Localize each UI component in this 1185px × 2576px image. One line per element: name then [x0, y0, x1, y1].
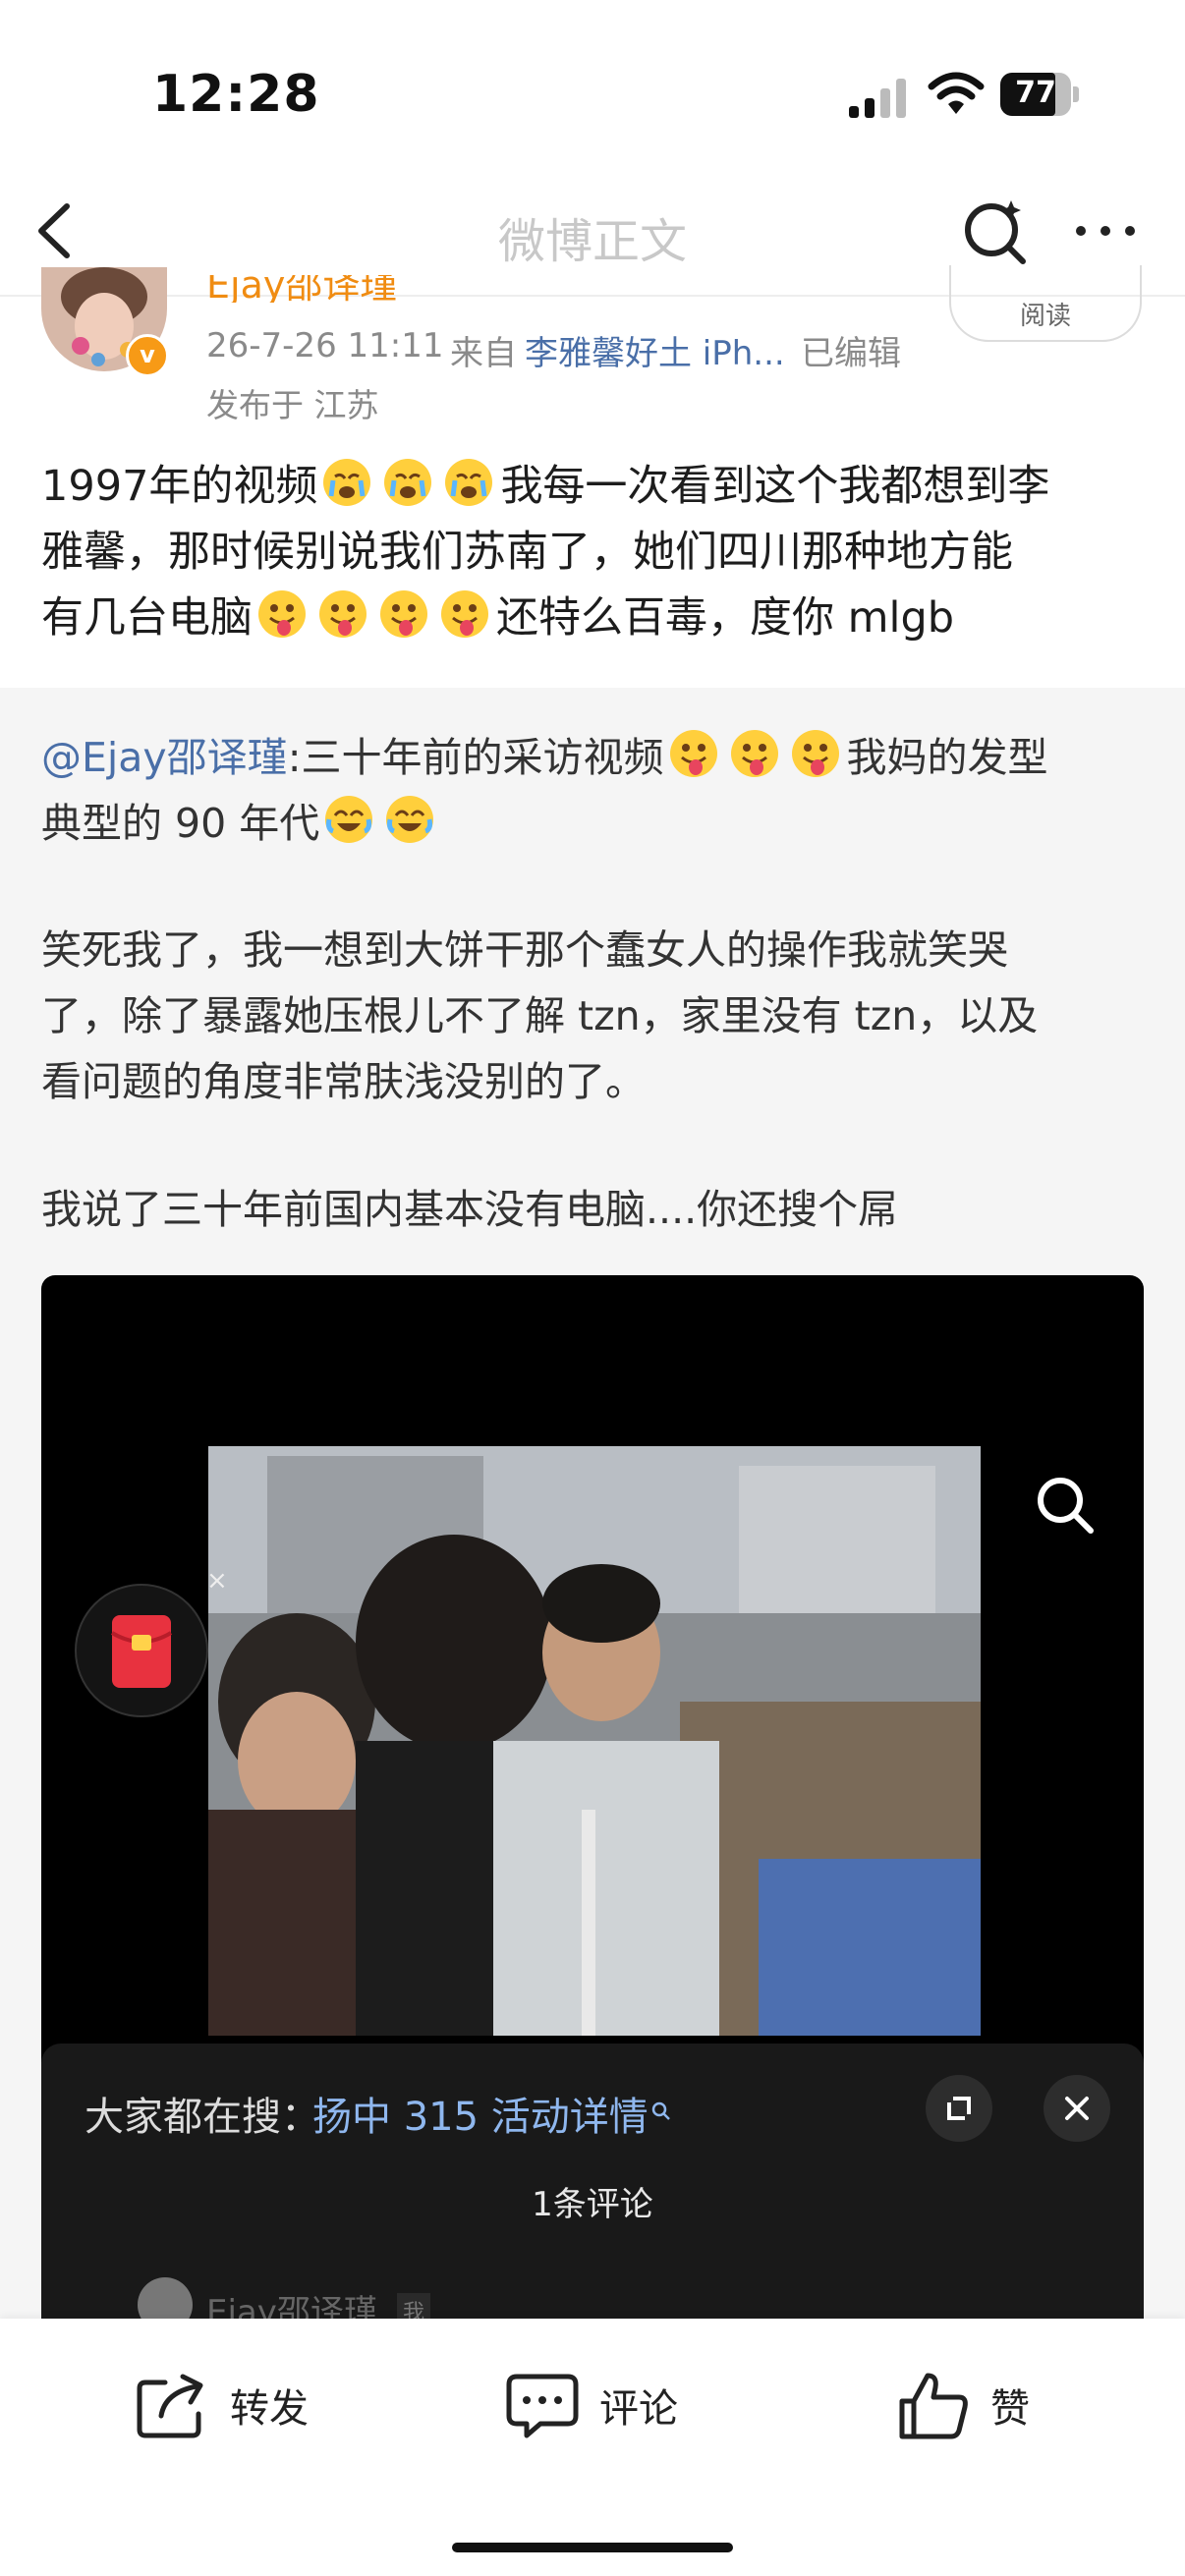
repost-text-line-2: 典型的 90 年代 [41, 791, 1152, 857]
repost-text-para2-line-2: 了，除了暴露她压根儿不了解 tzn，家里没有 tzn，以及 [41, 992, 1039, 1039]
tongue-out-emoji-icon [380, 590, 427, 638]
red-packet-button[interactable] [75, 1584, 208, 1717]
like-button[interactable]: 赞 [896, 2366, 1030, 2444]
crying-emoji-icon [323, 459, 371, 506]
video-search-icon[interactable] [1034, 1474, 1097, 1537]
repost-author-mention[interactable]: @Ejay邵译瑾 [41, 734, 288, 781]
edited-label[interactable]: 已编辑 [801, 326, 901, 374]
battery-icon: 77 [1000, 73, 1081, 116]
search-icon[interactable] [958, 195, 1031, 267]
video-comment-count[interactable]: 1条评论 [41, 2177, 1144, 2225]
post-source-label: 来自 [450, 334, 517, 373]
hot-search-topic-link[interactable]: 扬中 315 活动详情 [312, 2085, 672, 2142]
repost-button[interactable]: 转发 [136, 2366, 309, 2444]
close-icon[interactable] [1044, 2075, 1110, 2142]
post-text-line-1: 1997年的视频 我每一次看到这个我都想到李 [41, 454, 1152, 520]
repost-text-para2-line-3: 看问题的角度非常肤浅没别的了。 [41, 1058, 646, 1105]
home-indicator[interactable] [452, 2543, 733, 2552]
author-username-cropped[interactable]: Ejay邵译瑾 [206, 275, 397, 303]
laughing-tears-emoji-icon [325, 796, 373, 843]
post-text-segment: 1997年的视频 [41, 462, 318, 511]
post-text-line-3: 有几台电脑 还特么百毒，度你 mlgb [41, 586, 1152, 651]
post-text-segment: 有几台电脑 [41, 593, 253, 643]
comment-bubble-icon [506, 2374, 579, 2438]
post-source-device[interactable]: 李雅馨好土 iPh... [525, 326, 785, 374]
crying-emoji-icon [445, 459, 493, 506]
hot-search-prefix: 大家都在搜： [85, 2095, 320, 2140]
share-arrow-icon [137, 2374, 203, 2438]
expand-icon[interactable] [926, 2075, 992, 2142]
tongue-out-emoji-icon [791, 730, 839, 777]
read-count-button[interactable]: 阅读 [949, 265, 1142, 342]
tongue-out-emoji-icon [319, 590, 367, 638]
laughing-tears-emoji-icon [386, 796, 434, 843]
repost-label: 转发 [230, 2386, 309, 2432]
tongue-out-emoji-icon [669, 730, 717, 777]
repost-text-para3: 我说了三十年前国内基本没有电脑....你还搜个屌 [41, 1186, 899, 1233]
red-packet-close-icon[interactable]: × [206, 1566, 228, 1596]
post-time: 26-7-26 11:11 [206, 326, 444, 365]
post-text-line-2: 雅馨，那时候别说我们苏南了，她们四川那种地方能 [41, 528, 1013, 577]
repost-text-para2-line-1: 笑死我了，我一想到大饼干那个蠢女人的操作我就笑哭 [41, 926, 1008, 974]
more-options-icon[interactable] [1071, 216, 1140, 246]
like-label: 赞 [990, 2386, 1030, 2432]
comment-label: 评论 [599, 2386, 678, 2432]
crying-emoji-icon [384, 459, 432, 506]
red-packet-icon [110, 1615, 173, 1688]
repost-text-line-1: @Ejay邵译瑾:三十年前的采访视频 我妈的发型 [41, 725, 1152, 791]
repost-text-segment: 我妈的发型 [846, 734, 1048, 781]
post-location: 发布于 江苏 [206, 386, 379, 424]
verified-badge-icon: v [126, 334, 169, 377]
wifi-icon [928, 72, 985, 114]
comment-button[interactable]: 评论 [505, 2366, 678, 2444]
repost-text-segment: 典型的 90 年代 [41, 800, 320, 847]
post-text-segment: 我每一次看到这个我都想到李 [500, 462, 1050, 511]
tongue-out-emoji-icon [441, 590, 488, 638]
bottom-action-bar [0, 2319, 1185, 2576]
search-small-icon [651, 2101, 670, 2120]
video-frame-image[interactable] [208, 1446, 981, 2036]
tongue-out-emoji-icon [730, 730, 778, 777]
status-time: 12:28 [152, 65, 320, 124]
hot-search-topic-text: 扬中 315 活动详情 [312, 2095, 649, 2140]
read-count-label: 阅读 [1019, 302, 1071, 331]
post-text-segment: 还特么百毒，度你 mlgb [496, 593, 955, 643]
battery-level: 77 [1015, 76, 1056, 110]
thumbs-up-icon [899, 2373, 968, 2439]
tongue-out-emoji-icon [258, 590, 306, 638]
repost-text-segment: :三十年前的采访视频 [287, 734, 664, 781]
cellular-signal-icon [849, 79, 906, 118]
